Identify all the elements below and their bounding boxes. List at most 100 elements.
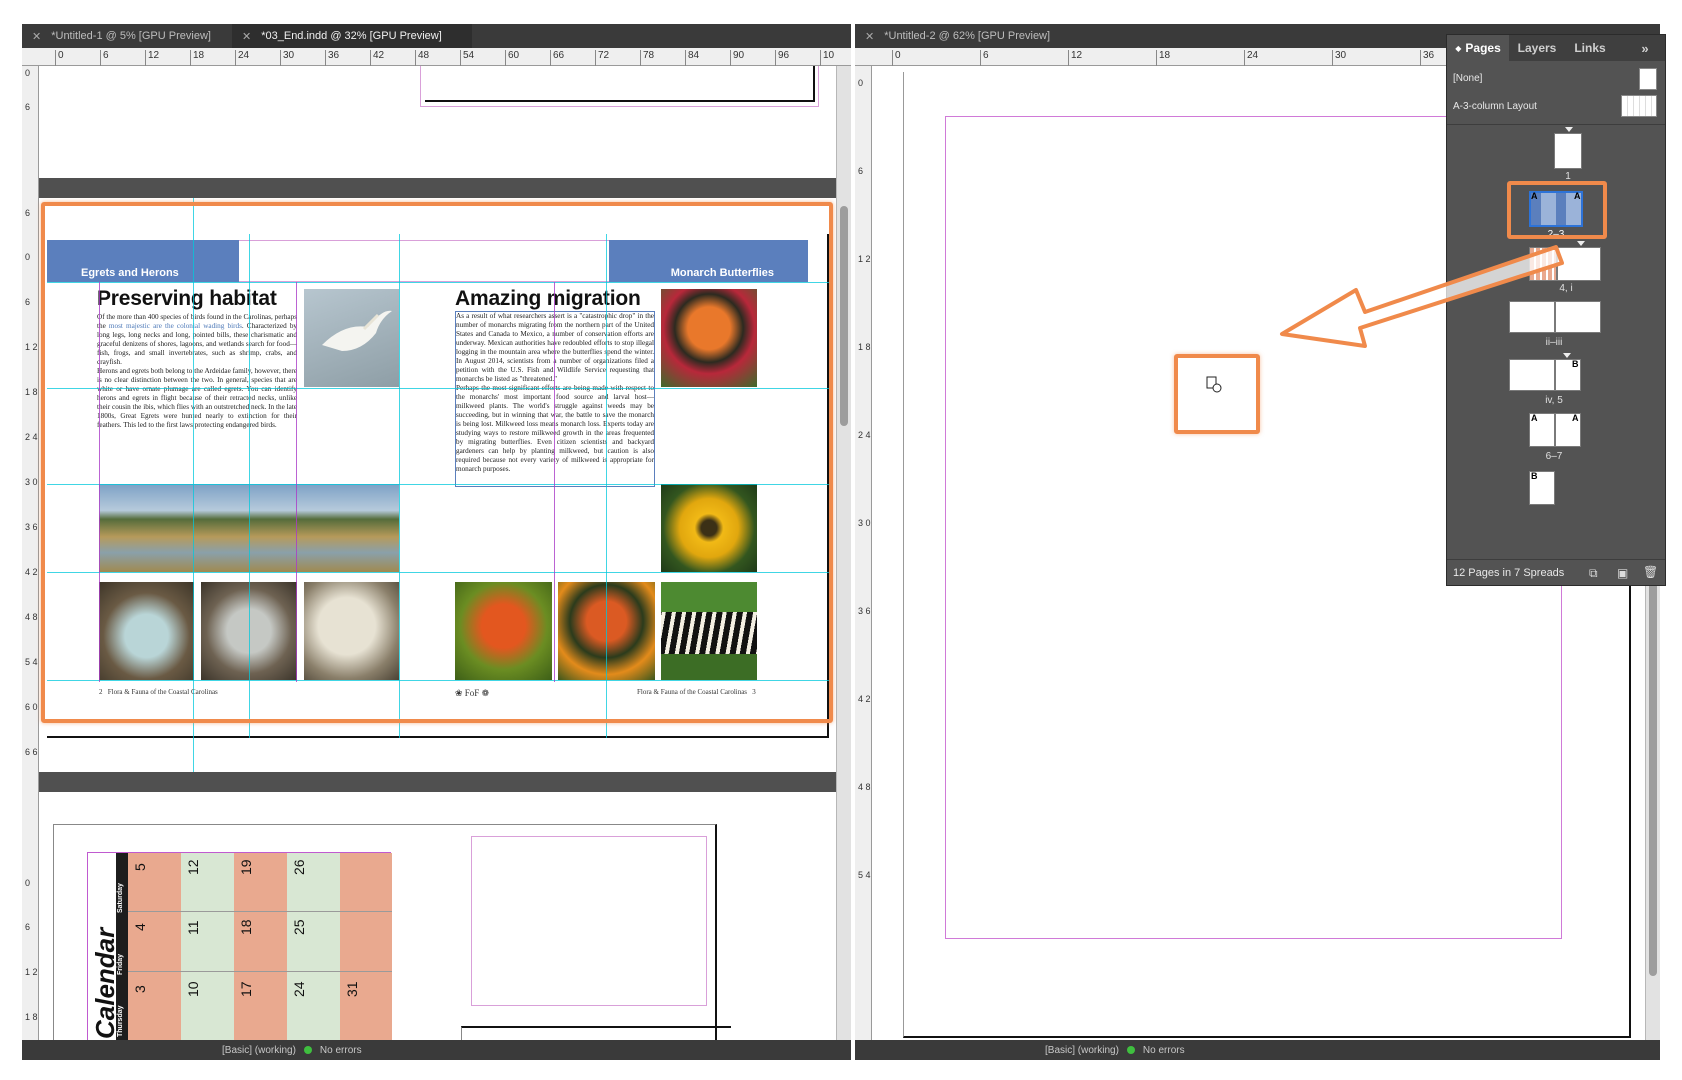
spread-2-3[interactable]: Egrets and Herons Monarch Butterflies Pr… bbox=[39, 198, 836, 772]
calendar-date: 25 bbox=[291, 919, 307, 935]
empty-text-frame[interactable] bbox=[471, 836, 707, 1006]
ruler-label: 4 2 bbox=[858, 694, 871, 704]
calendar-date: 31 bbox=[344, 981, 360, 997]
tab-links[interactable]: Links bbox=[1565, 35, 1615, 61]
ruler-label: 18 bbox=[1156, 50, 1170, 66]
close-tab-icon[interactable]: ✕ bbox=[242, 30, 251, 43]
close-tab-icon[interactable]: ✕ bbox=[32, 30, 41, 43]
spread-ii-iii[interactable]: ii–iii bbox=[1447, 299, 1667, 351]
vertical-ruler[interactable]: 0 6 1 2 1 8 2 4 3 0 3 6 4 2 4 8 5 4 bbox=[855, 66, 872, 1040]
double-chevron-icon: » bbox=[1641, 40, 1649, 56]
master-prefix: A bbox=[1531, 413, 1538, 423]
pasteboard-gap bbox=[39, 772, 836, 792]
tab-untitled-2[interactable]: ✕ *Untitled-2 @ 62% [GPU Preview] bbox=[855, 24, 1085, 48]
ruler-label: 6 bbox=[980, 50, 989, 66]
ruler-label: 1 8 bbox=[25, 1012, 38, 1022]
master-prefix: A bbox=[1572, 413, 1579, 423]
ruler-label: 3 6 bbox=[25, 522, 38, 532]
triangle-icon bbox=[1565, 127, 1573, 132]
tab-03-end[interactable]: ✕ *03_End.indd @ 32% [GPU Preview] bbox=[232, 24, 472, 48]
close-tab-icon[interactable]: ✕ bbox=[865, 30, 874, 43]
ruler-label: 2 4 bbox=[25, 432, 38, 442]
spread-highlight-frame bbox=[41, 202, 833, 723]
tab-label: *03_End.indd @ 32% [GPU Preview] bbox=[261, 30, 442, 42]
calendar-date: 24 bbox=[291, 981, 307, 997]
ruler-label: 6 bbox=[100, 50, 109, 66]
ruler-label: 6 bbox=[25, 208, 31, 218]
ruler-label: 6 0 bbox=[25, 702, 38, 712]
master-prefix: B bbox=[1572, 359, 1579, 369]
spread-last[interactable]: B bbox=[1447, 471, 1667, 511]
next-page-frame bbox=[461, 1026, 731, 1040]
week-column bbox=[181, 853, 234, 1043]
spread-iv-5[interactable]: B iv, 5 bbox=[1447, 353, 1667, 409]
master-none[interactable]: [None] bbox=[1447, 65, 1665, 91]
ruler-label: 0 bbox=[55, 50, 64, 66]
selected-spread-highlight bbox=[1507, 181, 1607, 239]
calendar-date: 10 bbox=[185, 981, 201, 997]
pages-panel: ◆ Pages Layers Links » [None] A-3-column … bbox=[1446, 34, 1666, 586]
week-column bbox=[234, 853, 287, 1043]
master-thumbnail bbox=[1639, 68, 1657, 90]
trash-icon[interactable]: 🗑 bbox=[1643, 565, 1658, 579]
preflight-status: No errors bbox=[1142, 1044, 1185, 1056]
pasteboard-bottom: Calendar Thursday Friday Saturday 3 4 5 … bbox=[39, 792, 836, 1050]
preflight-profile[interactable]: [Basic] (working) bbox=[222, 1045, 296, 1056]
ruler-label: 72 bbox=[595, 50, 609, 66]
master-label: [None] bbox=[1453, 72, 1483, 84]
spread-4-i[interactable]: 4, i bbox=[1447, 241, 1667, 294]
ruler-label: 6 bbox=[25, 102, 31, 112]
panel-collapse-button[interactable]: » bbox=[1633, 35, 1657, 61]
ruler-label: 30 bbox=[280, 50, 294, 66]
ruler-label: 1 8 bbox=[25, 387, 38, 397]
master-label: A-3-column Layout bbox=[1453, 100, 1537, 112]
ruler-label: 90 bbox=[730, 50, 744, 66]
ruler-label: 4 8 bbox=[25, 612, 38, 622]
horizontal-ruler[interactable]: 0 6 12 18 24 30 36 42 48 54 60 66 72 78 … bbox=[22, 48, 851, 66]
page-thumbnail bbox=[1509, 301, 1555, 333]
drag-pages-cursor-icon bbox=[1206, 376, 1222, 394]
sort-icon: ◆ bbox=[1455, 43, 1462, 53]
ruler-label: 6 bbox=[25, 922, 31, 932]
tab-layers[interactable]: Layers bbox=[1509, 35, 1565, 61]
ruler-label: 24 bbox=[235, 50, 249, 66]
spread-1[interactable]: 1 bbox=[1447, 127, 1667, 182]
edit-page-size-icon[interactable]: ⧉ bbox=[1589, 566, 1598, 581]
left-vertical-scrollbar[interactable] bbox=[836, 66, 851, 1040]
tab-links-label: Links bbox=[1574, 41, 1606, 55]
status-dot-icon bbox=[1126, 1046, 1135, 1054]
ruler-label: 1 2 bbox=[25, 967, 38, 977]
right-status-bar: [Basic] (working) No errors bbox=[855, 1040, 1660, 1060]
week-column bbox=[128, 853, 181, 1043]
tab-layers-label: Layers bbox=[1517, 41, 1557, 55]
day-label: Saturday bbox=[117, 883, 124, 913]
page-thumbnail bbox=[1509, 359, 1555, 391]
ruler-label: 1 2 bbox=[25, 342, 38, 352]
ruler-label: 96 bbox=[775, 50, 789, 66]
new-page-icon[interactable]: ▣ bbox=[1617, 566, 1628, 580]
ruler-label: 5 4 bbox=[858, 870, 871, 880]
preflight-status: No errors bbox=[319, 1044, 362, 1056]
page-thumbnail bbox=[1555, 301, 1601, 333]
ruler-label: 24 bbox=[1244, 50, 1258, 66]
calendar-title-column: Calendar bbox=[88, 853, 120, 1043]
master-a-3-column[interactable]: A-3-column Layout bbox=[1447, 93, 1665, 119]
pages-panel-footer: 12 Pages in 7 Spreads ⧉ ▣ 🗑 bbox=[1447, 559, 1665, 585]
spread-6-7[interactable]: A A 6–7 bbox=[1447, 413, 1667, 467]
ruler-label: 36 bbox=[1420, 50, 1434, 66]
ruler-label: 30 bbox=[1332, 50, 1346, 66]
calendar-grid[interactable]: Calendar Thursday Friday Saturday 3 4 5 … bbox=[87, 852, 392, 1043]
calendar-date: 26 bbox=[291, 859, 307, 875]
ruler-label: 54 bbox=[460, 50, 474, 66]
preflight-profile[interactable]: [Basic] (working) bbox=[1045, 1045, 1119, 1056]
ruler-label: 78 bbox=[640, 50, 654, 66]
vertical-ruler[interactable]: 0 6 6 0 6 1 2 1 8 2 4 3 0 3 6 4 2 4 8 5 … bbox=[22, 66, 39, 1040]
panel-divider bbox=[1447, 124, 1665, 125]
ruler-label: 84 bbox=[685, 50, 699, 66]
scroll-thumb[interactable] bbox=[840, 206, 848, 426]
spread-2-3-selected[interactable]: A A 2–3 bbox=[1447, 181, 1667, 240]
tab-untitled-1[interactable]: ✕ *Untitled-1 @ 5% [GPU Preview] bbox=[22, 24, 232, 48]
ruler-label: 4 8 bbox=[858, 782, 871, 792]
row-divider bbox=[128, 971, 392, 972]
tab-pages[interactable]: ◆ Pages bbox=[1447, 35, 1509, 61]
